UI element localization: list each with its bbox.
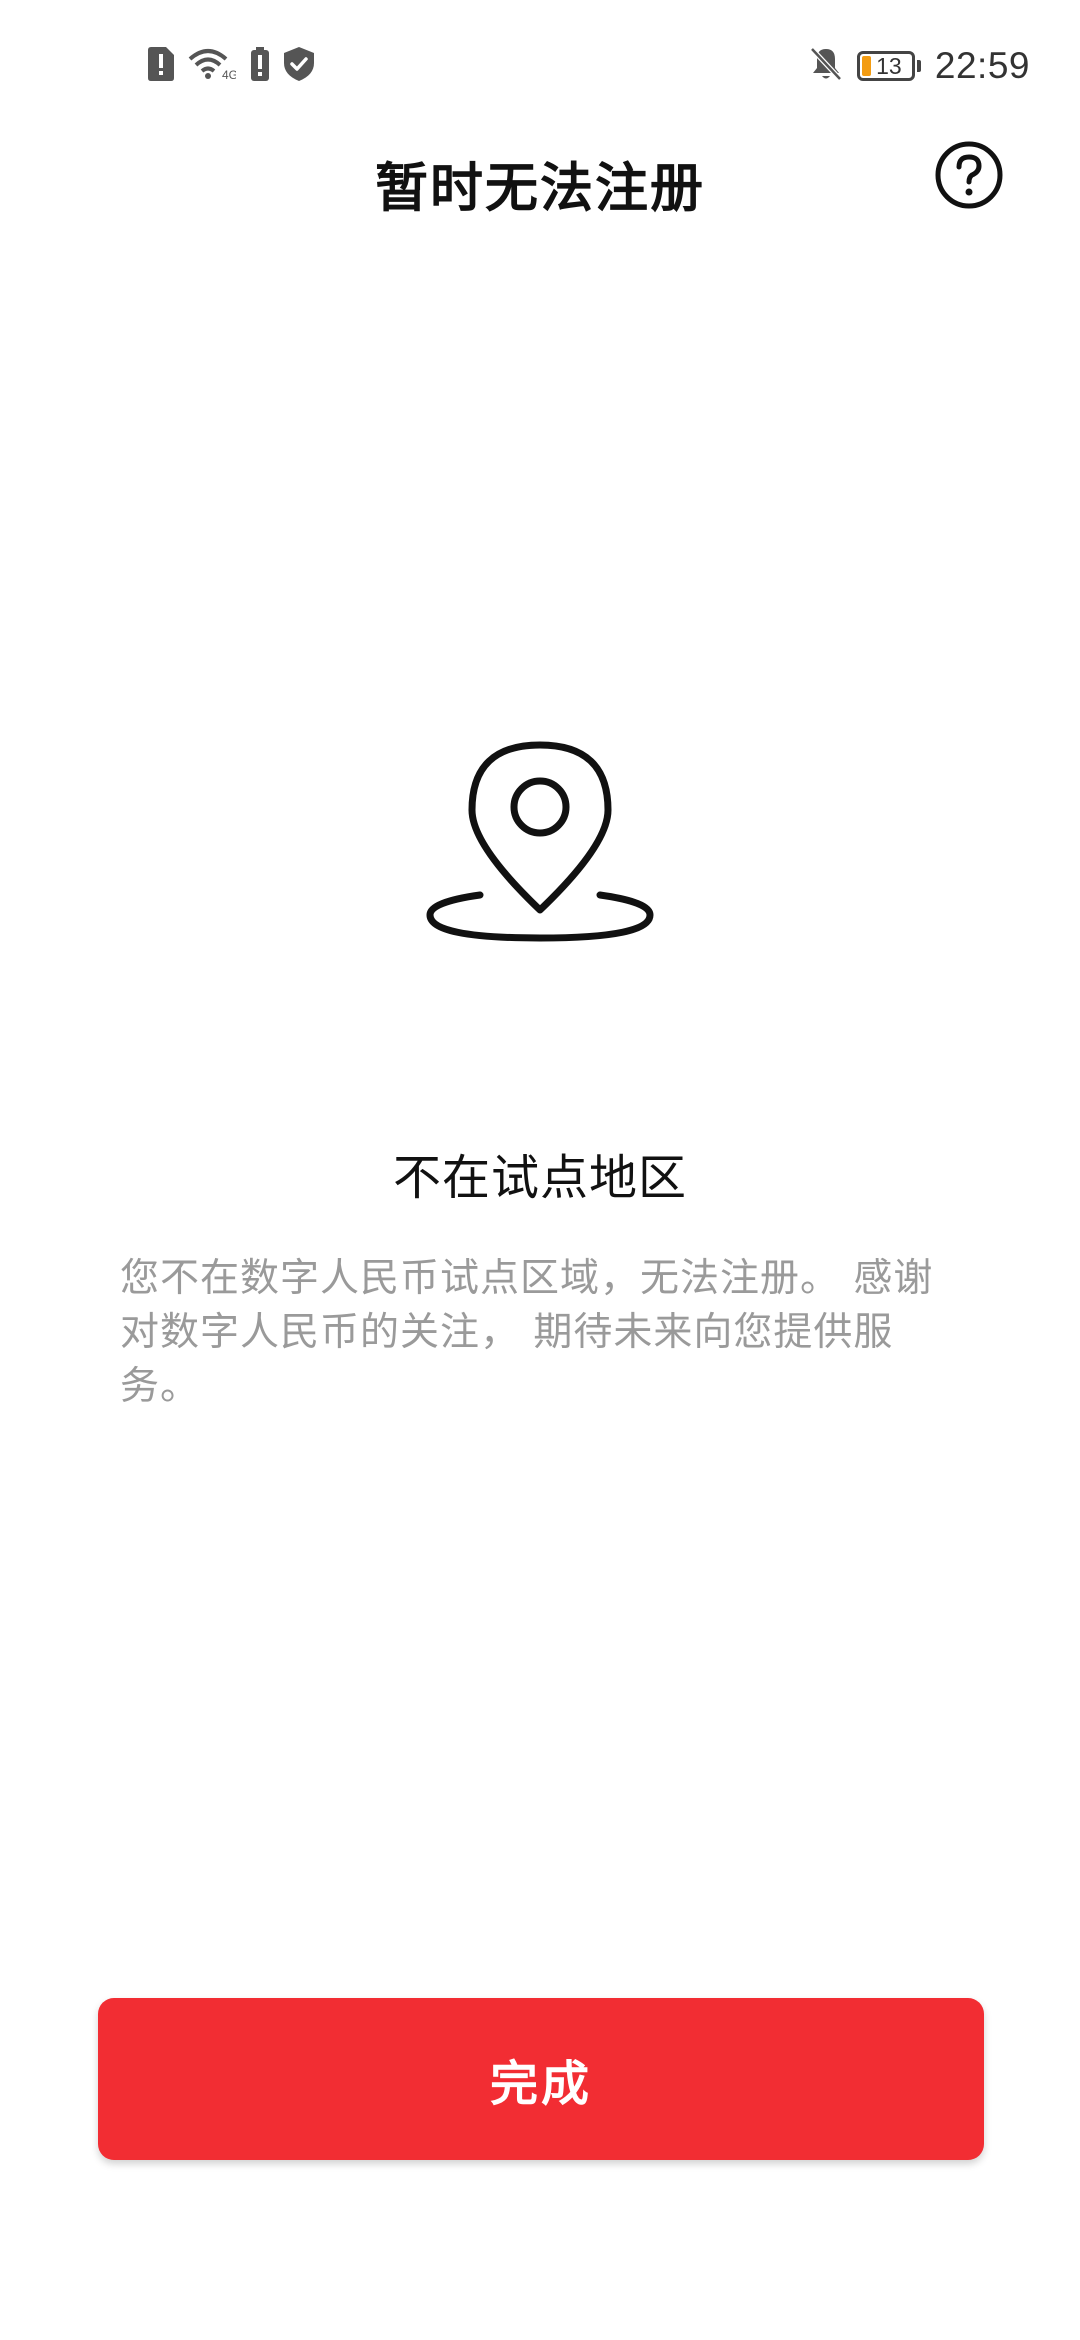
battery-indicator: 13 [856,51,915,81]
wifi-4g-icon: 4G [188,47,238,85]
question-circle-icon [935,141,1003,209]
status-left-icons: 4G [148,46,314,86]
header: 暂时无法注册 [0,130,1080,230]
sim-alert-icon [148,47,174,85]
region-title: 不在试点地区 [392,1150,687,1206]
battery-level-text: 13 [876,52,902,79]
status-right-icons: 13 22:59 [809,44,1030,88]
help-button[interactable] [934,140,1004,210]
location-pin-icon [420,735,660,950]
page-title: 暂时无法注册 [375,158,705,219]
battery-alert-icon [250,47,270,85]
done-button[interactable]: 完成 [98,1998,984,2160]
description-text: 您不在数字人民币试点区域，无法注册。 感谢对数字人民币的关注， 期待未来向您提供… [120,1256,934,1409]
status-time: 22:59 [934,45,1030,86]
bell-off-icon [809,46,843,86]
status-bar: 4G 13 22:59 [0,0,1080,130]
svg-text:4G: 4G [222,68,236,81]
battery-tip [916,60,921,72]
shield-check-icon [284,47,314,85]
battery-icon: 13 [856,51,921,81]
battery-level-fill [861,56,871,76]
